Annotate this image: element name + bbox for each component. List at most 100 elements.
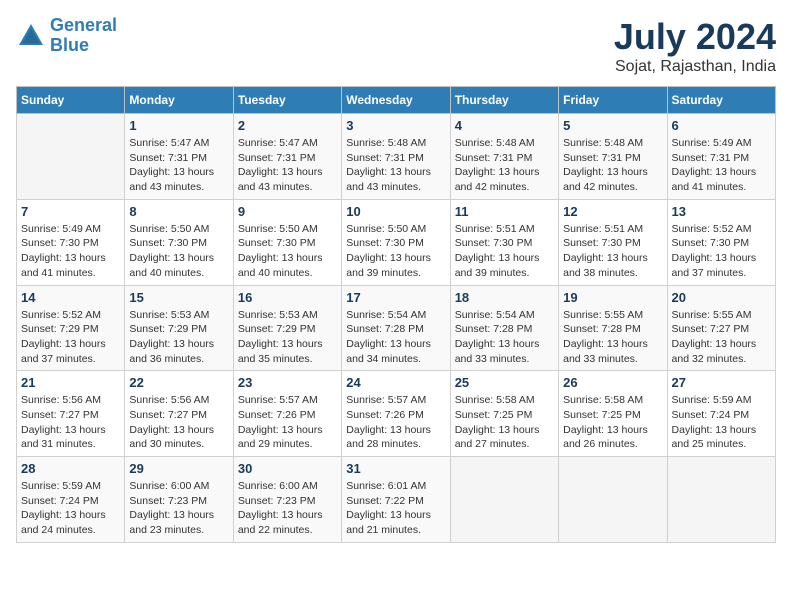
day-info: Sunrise: 5:49 AM Sunset: 7:30 PM Dayligh… xyxy=(21,222,120,281)
day-number: 18 xyxy=(455,290,554,305)
logo-text: General Blue xyxy=(50,16,117,56)
day-number: 24 xyxy=(346,375,445,390)
day-number: 12 xyxy=(563,204,662,219)
logo-line1: General xyxy=(50,15,117,35)
calendar-cell: 22 Sunrise: 5:56 AM Sunset: 7:27 PM Dayli… xyxy=(125,371,233,457)
header-thursday: Thursday xyxy=(450,87,558,114)
day-info: Sunrise: 5:51 AM Sunset: 7:30 PM Dayligh… xyxy=(455,222,554,281)
header-wednesday: Wednesday xyxy=(342,87,450,114)
day-number: 21 xyxy=(21,375,120,390)
day-number: 25 xyxy=(455,375,554,390)
calendar-cell: 29 Sunrise: 6:00 AM Sunset: 7:23 PM Dayli… xyxy=(125,457,233,543)
calendar-cell: 8 Sunrise: 5:50 AM Sunset: 7:30 PM Daylig… xyxy=(125,199,233,285)
day-number: 4 xyxy=(455,118,554,133)
header-sunday: Sunday xyxy=(17,87,125,114)
calendar-cell xyxy=(450,457,558,543)
calendar-cell: 14Sunrise: 5:52 AM Sunset: 7:29 PM Dayli… xyxy=(17,285,125,371)
day-number: 13 xyxy=(672,204,771,219)
calendar-cell: 10 Sunrise: 5:50 AM Sunset: 7:30 PM Dayli… xyxy=(342,199,450,285)
day-info: Sunrise: 5:48 AM Sunset: 7:31 PM Dayligh… xyxy=(563,136,662,195)
day-info: Sunrise: 5:50 AM Sunset: 7:30 PM Dayligh… xyxy=(346,222,445,281)
logo: General Blue xyxy=(16,16,117,56)
day-info: Sunrise: 5:50 AM Sunset: 7:30 PM Dayligh… xyxy=(129,222,228,281)
day-info: Sunrise: 5:47 AM Sunset: 7:31 PM Dayligh… xyxy=(129,136,228,195)
calendar-cell: 24 Sunrise: 5:57 AM Sunset: 7:26 PM Dayli… xyxy=(342,371,450,457)
calendar-cell: 1Sunrise: 5:47 AM Sunset: 7:31 PM Daylig… xyxy=(125,114,233,200)
day-info: Sunrise: 5:51 AM Sunset: 7:30 PM Dayligh… xyxy=(563,222,662,281)
calendar-cell: 9 Sunrise: 5:50 AM Sunset: 7:30 PM Daylig… xyxy=(233,199,341,285)
day-info: Sunrise: 5:47 AM Sunset: 7:31 PM Dayligh… xyxy=(238,136,337,195)
day-number: 28 xyxy=(21,461,120,476)
day-info: Sunrise: 5:56 AM Sunset: 7:27 PM Dayligh… xyxy=(21,393,120,452)
day-info: Sunrise: 5:48 AM Sunset: 7:31 PM Dayligh… xyxy=(346,136,445,195)
header-friday: Friday xyxy=(559,87,667,114)
day-info: Sunrise: 6:00 AM Sunset: 7:23 PM Dayligh… xyxy=(238,479,337,538)
day-info: Sunrise: 5:54 AM Sunset: 7:28 PM Dayligh… xyxy=(346,308,445,367)
day-info: Sunrise: 5:52 AM Sunset: 7:30 PM Dayligh… xyxy=(672,222,771,281)
week-row-5: 28 Sunrise: 5:59 AM Sunset: 7:24 PM Dayli… xyxy=(17,457,776,543)
day-info: Sunrise: 5:55 AM Sunset: 7:28 PM Dayligh… xyxy=(563,308,662,367)
day-number: 10 xyxy=(346,204,445,219)
day-info: Sunrise: 5:53 AM Sunset: 7:29 PM Dayligh… xyxy=(129,308,228,367)
day-number: 30 xyxy=(238,461,337,476)
calendar-cell: 7 Sunrise: 5:49 AM Sunset: 7:30 PM Daylig… xyxy=(17,199,125,285)
day-info: Sunrise: 5:57 AM Sunset: 7:26 PM Dayligh… xyxy=(346,393,445,452)
calendar-cell: 26Sunrise: 5:58 AM Sunset: 7:25 PM Dayli… xyxy=(559,371,667,457)
calendar-cell: 19 Sunrise: 5:55 AM Sunset: 7:28 PM Dayli… xyxy=(559,285,667,371)
day-number: 29 xyxy=(129,461,228,476)
day-number: 23 xyxy=(238,375,337,390)
header-tuesday: Tuesday xyxy=(233,87,341,114)
week-row-3: 14Sunrise: 5:52 AM Sunset: 7:29 PM Dayli… xyxy=(17,285,776,371)
page-header: General Blue July 2024 Sojat, Rajasthan,… xyxy=(16,16,776,76)
day-number: 16 xyxy=(238,290,337,305)
page-subtitle: Sojat, Rajasthan, India xyxy=(614,58,776,76)
calendar-cell: 23 Sunrise: 5:57 AM Sunset: 7:26 PM Dayli… xyxy=(233,371,341,457)
calendar-cell: 16 Sunrise: 5:53 AM Sunset: 7:29 PM Dayli… xyxy=(233,285,341,371)
day-number: 20 xyxy=(672,290,771,305)
day-info: Sunrise: 5:59 AM Sunset: 7:24 PM Dayligh… xyxy=(21,479,120,538)
calendar-cell: 21 Sunrise: 5:56 AM Sunset: 7:27 PM Dayli… xyxy=(17,371,125,457)
day-number: 11 xyxy=(455,204,554,219)
calendar-cell: 12 Sunrise: 5:51 AM Sunset: 7:30 PM Dayli… xyxy=(559,199,667,285)
day-number: 2 xyxy=(238,118,337,133)
week-row-4: 21 Sunrise: 5:56 AM Sunset: 7:27 PM Dayli… xyxy=(17,371,776,457)
page-title: July 2024 xyxy=(614,16,776,58)
calendar-cell: 4Sunrise: 5:48 AM Sunset: 7:31 PM Daylig… xyxy=(450,114,558,200)
calendar-cell: 17Sunrise: 5:54 AM Sunset: 7:28 PM Dayli… xyxy=(342,285,450,371)
calendar-cell: 13 Sunrise: 5:52 AM Sunset: 7:30 PM Dayli… xyxy=(667,199,775,285)
calendar-cell: 15 Sunrise: 5:53 AM Sunset: 7:29 PM Dayli… xyxy=(125,285,233,371)
day-info: Sunrise: 6:01 AM Sunset: 7:22 PM Dayligh… xyxy=(346,479,445,538)
calendar-table: SundayMondayTuesdayWednesdayThursdayFrid… xyxy=(16,86,776,543)
logo-line2: Blue xyxy=(50,35,89,55)
day-info: Sunrise: 5:49 AM Sunset: 7:31 PM Dayligh… xyxy=(672,136,771,195)
day-info: Sunrise: 5:59 AM Sunset: 7:24 PM Dayligh… xyxy=(672,393,771,452)
day-number: 15 xyxy=(129,290,228,305)
header-saturday: Saturday xyxy=(667,87,775,114)
day-info: Sunrise: 5:55 AM Sunset: 7:27 PM Dayligh… xyxy=(672,308,771,367)
day-number: 19 xyxy=(563,290,662,305)
day-info: Sunrise: 6:00 AM Sunset: 7:23 PM Dayligh… xyxy=(129,479,228,538)
calendar-cell: 25 Sunrise: 5:58 AM Sunset: 7:25 PM Dayli… xyxy=(450,371,558,457)
day-number: 3 xyxy=(346,118,445,133)
day-number: 7 xyxy=(21,204,120,219)
day-info: Sunrise: 5:50 AM Sunset: 7:30 PM Dayligh… xyxy=(238,222,337,281)
day-number: 8 xyxy=(129,204,228,219)
day-number: 9 xyxy=(238,204,337,219)
day-info: Sunrise: 5:53 AM Sunset: 7:29 PM Dayligh… xyxy=(238,308,337,367)
day-info: Sunrise: 5:54 AM Sunset: 7:28 PM Dayligh… xyxy=(455,308,554,367)
day-info: Sunrise: 5:58 AM Sunset: 7:25 PM Dayligh… xyxy=(455,393,554,452)
day-number: 6 xyxy=(672,118,771,133)
calendar-cell xyxy=(667,457,775,543)
logo-icon xyxy=(16,21,46,51)
day-number: 26 xyxy=(563,375,662,390)
calendar-header-row: SundayMondayTuesdayWednesdayThursdayFrid… xyxy=(17,87,776,114)
week-row-2: 7 Sunrise: 5:49 AM Sunset: 7:30 PM Daylig… xyxy=(17,199,776,285)
calendar-cell xyxy=(559,457,667,543)
day-number: 14 xyxy=(21,290,120,305)
calendar-cell: 31Sunrise: 6:01 AM Sunset: 7:22 PM Dayli… xyxy=(342,457,450,543)
day-info: Sunrise: 5:56 AM Sunset: 7:27 PM Dayligh… xyxy=(129,393,228,452)
day-number: 5 xyxy=(563,118,662,133)
calendar-cell: 5 Sunrise: 5:48 AM Sunset: 7:31 PM Daylig… xyxy=(559,114,667,200)
day-info: Sunrise: 5:57 AM Sunset: 7:26 PM Dayligh… xyxy=(238,393,337,452)
day-number: 22 xyxy=(129,375,228,390)
